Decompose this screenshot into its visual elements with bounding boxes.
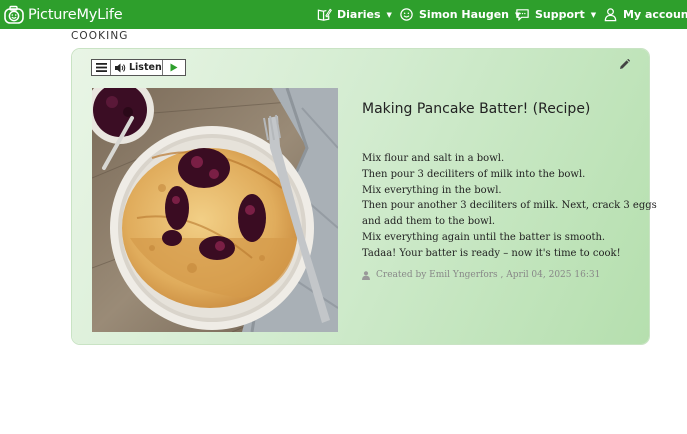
- category-heading: COOKING: [71, 30, 129, 42]
- post-meta: Created by Emil Yngerfors , April 04, 20…: [362, 270, 600, 280]
- pancake-photo: [92, 88, 338, 332]
- brand-logo-link[interactable]: PictureMyLife: [3, 3, 123, 26]
- nav-support-label: Support: [535, 8, 585, 21]
- post-line: Then pour another 3 deciliters of milk. …: [362, 200, 657, 212]
- play-icon: [170, 63, 178, 72]
- nav-my-account-label: My account: [623, 8, 687, 21]
- play-button[interactable]: [163, 60, 185, 75]
- post-meta-text: Created by Emil Yngerfors , April 04, 20…: [376, 270, 601, 280]
- listen-label: Listen: [129, 62, 162, 73]
- listen-button[interactable]: Listen: [111, 60, 163, 75]
- post-line: and add them to the bowl.: [362, 216, 496, 228]
- chat-bubble-icon: [516, 9, 529, 21]
- nav-my-account[interactable]: My account: [603, 0, 687, 29]
- speaker-icon: [115, 63, 126, 72]
- post-line: Mix everything in the bowl.: [362, 184, 502, 196]
- listen-player: Listen: [91, 59, 186, 76]
- brand-name: PictureMyLife: [28, 6, 123, 23]
- post-line: Then pour 3 deciliters of milk into the …: [362, 168, 586, 180]
- post-line: Mix everything again until the batter is…: [362, 231, 606, 243]
- pencil-icon[interactable]: [619, 59, 630, 70]
- post-body: Mix flour and salt in a bowl. Then pour …: [362, 151, 657, 262]
- chevron-down-icon: ▼: [386, 10, 392, 19]
- smiley-camera-icon: [4, 5, 24, 24]
- top-navbar: PictureMyLife Diaries ▼ Simon Haugen ▼ S…: [0, 0, 687, 29]
- hamburger-icon: [95, 63, 107, 72]
- nav-diaries-label: Diaries: [337, 8, 381, 21]
- nav-diaries[interactable]: Diaries ▼: [317, 0, 392, 29]
- chevron-down-icon: ▼: [590, 10, 597, 19]
- nav-user-label: Simon Haugen: [419, 8, 509, 21]
- player-menu-button[interactable]: [92, 60, 111, 75]
- post-line: Mix flour and salt in a bowl.: [362, 153, 505, 164]
- post-line: Tadaa! Your batter is ready – now it's t…: [362, 247, 621, 259]
- person-icon: [604, 8, 617, 22]
- smiley-icon: [400, 8, 413, 21]
- post-title: Making Pancake Batter! (Recipe): [362, 101, 591, 117]
- nav-support[interactable]: Support ▼: [515, 0, 596, 29]
- person-icon: [362, 270, 370, 280]
- nav-user[interactable]: Simon Haugen ▼: [399, 0, 520, 29]
- book-edit-icon: [317, 8, 332, 21]
